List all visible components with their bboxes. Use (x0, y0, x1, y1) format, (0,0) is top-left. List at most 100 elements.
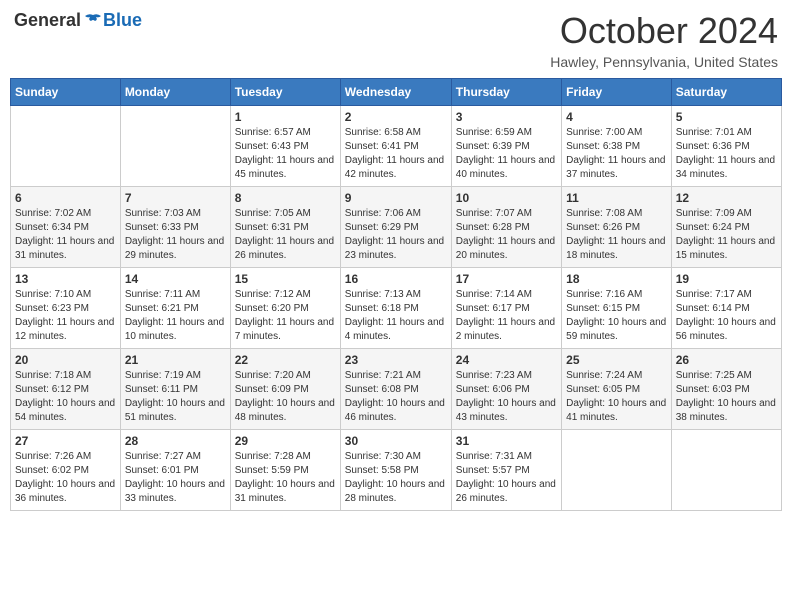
calendar-cell: 11Sunrise: 7:08 AMSunset: 6:26 PMDayligh… (562, 187, 672, 268)
calendar-cell: 21Sunrise: 7:19 AMSunset: 6:11 PMDayligh… (120, 349, 230, 430)
logo-blue-text: Blue (103, 10, 142, 31)
day-number: 5 (676, 110, 777, 124)
calendar-week-row: 20 Sunrise: 7:18 AMSunset: 6:12 PMDayligh… (11, 349, 782, 430)
day-info: Sunrise: 7:24 AMSunset: 6:05 PMDaylight:… (566, 369, 667, 425)
day-info: Sunrise: 7:25 AMSunset: 6:03 PMDaylight:… (676, 369, 777, 425)
calendar-cell: 1Sunrise: 6:57 AMSunset: 6:43 PMDaylight… (230, 106, 340, 187)
day-info: Sunrise: 7:00 AMSunset: 6:38 PMDaylight:… (566, 126, 667, 182)
day-info: Sunrise: 7:28 AMSunset: 5:59 PMDaylight:… (235, 450, 336, 506)
day-number: 25 (566, 353, 667, 367)
calendar-cell: 20 Sunrise: 7:18 AMSunset: 6:12 PMDayligh… (11, 349, 121, 430)
calendar-cell: 30Sunrise: 7:30 AMSunset: 5:58 PMDayligh… (340, 430, 451, 511)
calendar-cell: 24 Sunrise: 7:23 AMSunset: 6:06 PMDayligh… (451, 349, 561, 430)
day-info: Sunrise: 7:14 AMSunset: 6:17 PMDaylight:… (456, 288, 557, 344)
day-info: Sunrise: 7:21 AMSunset: 6:08 PMDaylight:… (345, 369, 447, 425)
day-info: Sunrise: 7:07 AMSunset: 6:28 PMDaylight:… (456, 207, 557, 263)
calendar-cell: 9 Sunrise: 7:06 AMSunset: 6:29 PMDaylight… (340, 187, 451, 268)
calendar-cell: 31 Sunrise: 7:31 AMSunset: 5:57 PMDayligh… (451, 430, 561, 511)
day-info: Sunrise: 7:17 AMSunset: 6:14 PMDaylight:… (676, 288, 777, 344)
page-header: General Blue October 2024 Hawley, Pennsy… (10, 10, 782, 70)
calendar-header-friday: Friday (562, 79, 672, 106)
day-number: 16 (345, 272, 447, 286)
month-year-title: October 2024 (550, 10, 778, 52)
calendar-header-wednesday: Wednesday (340, 79, 451, 106)
day-info: Sunrise: 7:11 AMSunset: 6:21 PMDaylight:… (125, 288, 226, 344)
day-info: Sunrise: 6:58 AMSunset: 6:41 PMDaylight:… (345, 126, 447, 182)
calendar-cell: 28Sunrise: 7:27 AMSunset: 6:01 PMDayligh… (120, 430, 230, 511)
day-info: Sunrise: 7:13 AMSunset: 6:18 PMDaylight:… (345, 288, 447, 344)
location-subtitle: Hawley, Pennsylvania, United States (550, 54, 778, 70)
day-number: 22 (235, 353, 336, 367)
day-number: 26 (676, 353, 777, 367)
day-info: Sunrise: 7:02 AMSunset: 6:34 PMDaylight:… (15, 207, 116, 263)
calendar-cell: 3Sunrise: 6:59 AMSunset: 6:39 PMDaylight… (451, 106, 561, 187)
day-info: Sunrise: 7:31 AMSunset: 5:57 PMDaylight:… (456, 450, 557, 506)
day-number: 30 (345, 434, 447, 448)
calendar-cell: 2 Sunrise: 6:58 AMSunset: 6:41 PMDaylight… (340, 106, 451, 187)
calendar-week-row: 6 Sunrise: 7:02 AMSunset: 6:34 PMDaylight… (11, 187, 782, 268)
calendar-cell: 4 Sunrise: 7:00 AMSunset: 6:38 PMDaylight… (562, 106, 672, 187)
day-number: 9 (345, 191, 447, 205)
day-number: 15 (235, 272, 336, 286)
day-info: Sunrise: 7:06 AMSunset: 6:29 PMDaylight:… (345, 207, 447, 263)
day-number: 4 (566, 110, 667, 124)
calendar-cell: 26 Sunrise: 7:25 AMSunset: 6:03 PMDayligh… (671, 349, 781, 430)
calendar-header-sunday: Sunday (11, 79, 121, 106)
day-number: 12 (676, 191, 777, 205)
day-info: Sunrise: 6:59 AMSunset: 6:39 PMDaylight:… (456, 126, 557, 182)
calendar-cell: 22 Sunrise: 7:20 AMSunset: 6:09 PMDayligh… (230, 349, 340, 430)
day-number: 29 (235, 434, 336, 448)
logo-bird-icon (83, 13, 103, 29)
day-info: Sunrise: 7:09 AMSunset: 6:24 PMDaylight:… (676, 207, 777, 263)
calendar-cell: 12 Sunrise: 7:09 AMSunset: 6:24 PMDayligh… (671, 187, 781, 268)
day-number: 13 (15, 272, 116, 286)
calendar-cell: 19 Sunrise: 7:17 AMSunset: 6:14 PMDayligh… (671, 268, 781, 349)
day-number: 23 (345, 353, 447, 367)
day-info: Sunrise: 7:19 AMSunset: 6:11 PMDaylight:… (125, 369, 226, 425)
calendar-cell: 6 Sunrise: 7:02 AMSunset: 6:34 PMDaylight… (11, 187, 121, 268)
day-number: 31 (456, 434, 557, 448)
day-number: 18 (566, 272, 667, 286)
day-info: Sunrise: 7:20 AMSunset: 6:09 PMDaylight:… (235, 369, 336, 425)
day-number: 20 (15, 353, 116, 367)
day-info: Sunrise: 7:16 AMSunset: 6:15 PMDaylight:… (566, 288, 667, 344)
day-number: 27 (15, 434, 116, 448)
calendar-week-row: 13Sunrise: 7:10 AMSunset: 6:23 PMDayligh… (11, 268, 782, 349)
day-number: 19 (676, 272, 777, 286)
calendar-cell: 14Sunrise: 7:11 AMSunset: 6:21 PMDayligh… (120, 268, 230, 349)
day-info: Sunrise: 7:05 AMSunset: 6:31 PMDaylight:… (235, 207, 336, 263)
calendar-week-row: 27 Sunrise: 7:26 AMSunset: 6:02 PMDayligh… (11, 430, 782, 511)
calendar-week-row: 1Sunrise: 6:57 AMSunset: 6:43 PMDaylight… (11, 106, 782, 187)
calendar-table: SundayMondayTuesdayWednesdayThursdayFrid… (10, 78, 782, 511)
day-info: Sunrise: 7:27 AMSunset: 6:01 PMDaylight:… (125, 450, 226, 506)
day-number: 2 (345, 110, 447, 124)
calendar-cell: 5 Sunrise: 7:01 AMSunset: 6:36 PMDaylight… (671, 106, 781, 187)
calendar-cell: 10 Sunrise: 7:07 AMSunset: 6:28 PMDayligh… (451, 187, 561, 268)
day-info: Sunrise: 7:12 AMSunset: 6:20 PMDaylight:… (235, 288, 336, 344)
day-number: 1 (235, 110, 336, 124)
day-info: Sunrise: 7:23 AMSunset: 6:06 PMDaylight:… (456, 369, 557, 425)
day-info: Sunrise: 7:18 AMSunset: 6:12 PMDaylight:… (15, 369, 116, 425)
calendar-cell (120, 106, 230, 187)
calendar-header-row: SundayMondayTuesdayWednesdayThursdayFrid… (11, 79, 782, 106)
logo: General Blue (14, 10, 142, 31)
day-number: 7 (125, 191, 226, 205)
day-number: 24 (456, 353, 557, 367)
calendar-cell: 7Sunrise: 7:03 AMSunset: 6:33 PMDaylight… (120, 187, 230, 268)
logo-general-text: General (14, 10, 81, 31)
day-number: 6 (15, 191, 116, 205)
calendar-cell: 17Sunrise: 7:14 AMSunset: 6:17 PMDayligh… (451, 268, 561, 349)
title-block: October 2024 Hawley, Pennsylvania, Unite… (550, 10, 778, 70)
calendar-cell: 15 Sunrise: 7:12 AMSunset: 6:20 PMDayligh… (230, 268, 340, 349)
day-number: 8 (235, 191, 336, 205)
calendar-cell: 8 Sunrise: 7:05 AMSunset: 6:31 PMDaylight… (230, 187, 340, 268)
calendar-header-saturday: Saturday (671, 79, 781, 106)
calendar-header-tuesday: Tuesday (230, 79, 340, 106)
calendar-cell: 25 Sunrise: 7:24 AMSunset: 6:05 PMDayligh… (562, 349, 672, 430)
day-info: Sunrise: 7:26 AMSunset: 6:02 PMDaylight:… (15, 450, 116, 506)
day-info: Sunrise: 7:01 AMSunset: 6:36 PMDaylight:… (676, 126, 777, 182)
calendar-cell (562, 430, 672, 511)
day-number: 10 (456, 191, 557, 205)
calendar-header-thursday: Thursday (451, 79, 561, 106)
calendar-cell (671, 430, 781, 511)
